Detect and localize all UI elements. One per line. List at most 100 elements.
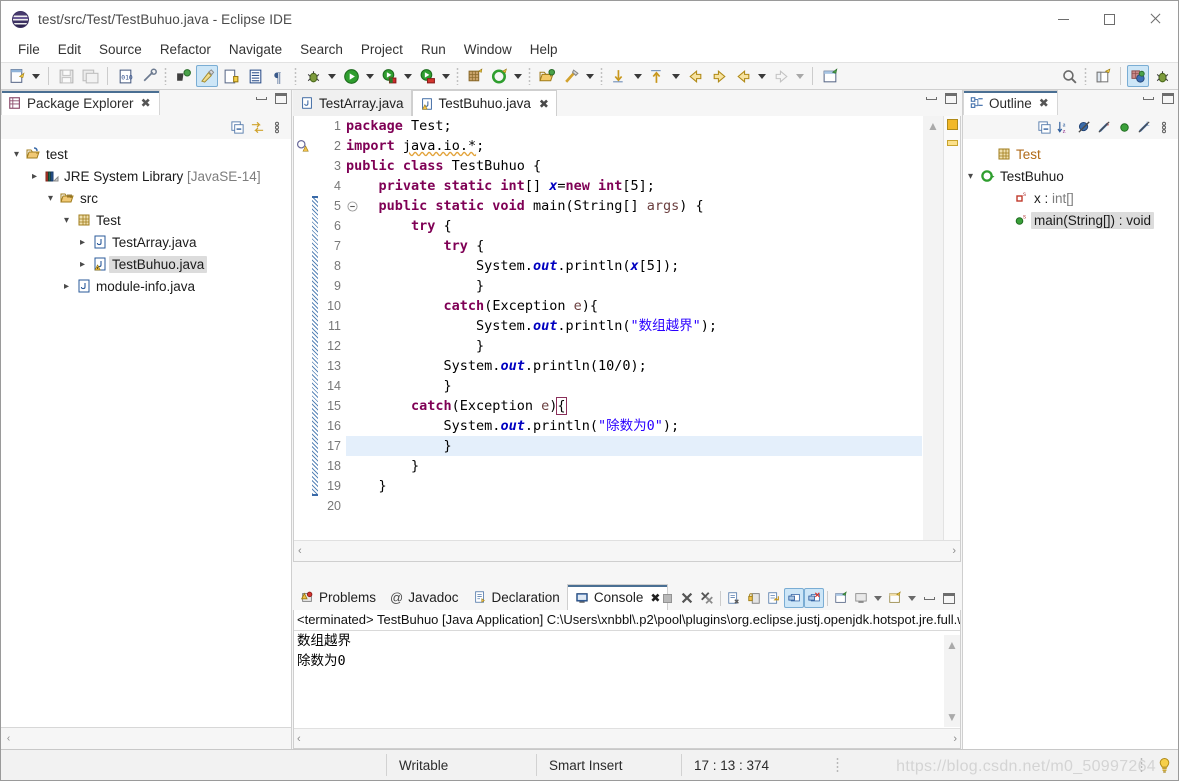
display-console-dropdown-icon[interactable] xyxy=(874,595,882,601)
menu-navigate[interactable]: Navigate xyxy=(220,40,291,59)
package-explorer-tree[interactable]: ▾ test ▸ JRE System Library [JavaSE-14] … xyxy=(1,139,291,727)
menu-file[interactable]: File xyxy=(9,40,49,59)
scroll-right-icon[interactable]: › xyxy=(953,733,957,745)
chevron-down-icon[interactable]: ▾ xyxy=(59,215,74,226)
toggle-mark-occurrences-icon[interactable]: 010 xyxy=(114,65,136,87)
search-ref-icon[interactable] xyxy=(560,65,582,87)
coverage-dropdown-icon[interactable] xyxy=(442,73,450,79)
scroll-up-icon[interactable]: ▲ xyxy=(927,116,939,136)
forward-history-icon[interactable] xyxy=(708,65,730,87)
view-menu-icon[interactable] xyxy=(1154,117,1174,137)
previous-annotation-dropdown-icon[interactable] xyxy=(672,73,680,79)
scroll-left-icon[interactable]: ‹ xyxy=(298,545,302,557)
scroll-right-icon[interactable]: › xyxy=(952,545,956,557)
code-editor[interactable]: 1 2 3 4 5 6 7 8 9 10 11 12 13 14 15 16 1 xyxy=(293,116,961,562)
tree-item-jre-system-library[interactable]: ▸ JRE System Library [JavaSE-14] xyxy=(1,165,291,187)
run-external-tools-icon[interactable] xyxy=(378,65,400,87)
toolbar-drag-handle[interactable] xyxy=(164,67,168,85)
run-icon[interactable] xyxy=(340,65,362,87)
package-explorer-hscrollbar[interactable]: ‹ xyxy=(1,727,291,749)
next-annotation-dropdown-icon[interactable] xyxy=(634,73,642,79)
next-edit-dropdown-icon[interactable] xyxy=(796,73,804,79)
coverage-icon[interactable] xyxy=(416,65,438,87)
next-edit-icon[interactable] xyxy=(770,65,792,87)
show-console-on-error-icon[interactable] xyxy=(804,588,824,608)
close-button[interactable] xyxy=(1132,1,1178,37)
back-history-icon[interactable] xyxy=(684,65,706,87)
console-output[interactable]: <terminated> TestBuhuo [Java Application… xyxy=(293,610,961,749)
previous-edit-dropdown-icon[interactable] xyxy=(758,73,766,79)
status-drag-handle[interactable] xyxy=(1140,757,1144,773)
open-perspective-icon[interactable] xyxy=(1092,65,1114,87)
minimize-icon[interactable] xyxy=(919,588,939,608)
search-ref-dropdown-icon[interactable] xyxy=(586,73,594,79)
minimize-icon[interactable] xyxy=(926,97,937,100)
new-java-class-icon[interactable] xyxy=(488,65,510,87)
view-menu-icon[interactable] xyxy=(267,117,287,137)
close-icon[interactable]: ✖ xyxy=(141,96,151,110)
externalize-strings-icon[interactable] xyxy=(220,65,242,87)
new-java-project-icon[interactable] xyxy=(464,65,486,87)
remove-launch-icon[interactable] xyxy=(677,588,697,608)
editor-hscrollbar[interactable]: ‹ › xyxy=(294,540,960,561)
tab-outline[interactable]: Outline ✖ xyxy=(963,90,1058,115)
tree-item-module-info-java[interactable]: ▸ module-info.java xyxy=(1,275,291,297)
link-with-editor-icon[interactable] xyxy=(247,117,267,137)
save-all-icon[interactable] xyxy=(79,65,101,87)
open-console-dropdown-icon[interactable] xyxy=(908,595,916,601)
overview-occurrence-marker[interactable] xyxy=(947,140,958,146)
collapse-all-icon[interactable] xyxy=(1034,117,1054,137)
tree-item-package-test[interactable]: ▾ Test xyxy=(1,209,291,231)
open-console-icon[interactable] xyxy=(885,588,905,608)
toolbar-drag-handle[interactable] xyxy=(528,67,532,85)
scroll-up-icon[interactable]: ▲ xyxy=(946,635,958,655)
maximize-button[interactable] xyxy=(1086,1,1132,37)
open-type-icon[interactable] xyxy=(536,65,558,87)
minimize-icon[interactable] xyxy=(256,97,267,100)
chevron-right-icon[interactable]: ▸ xyxy=(27,171,42,182)
menu-search[interactable]: Search xyxy=(291,40,352,59)
maximize-icon[interactable] xyxy=(1162,93,1174,104)
collapse-all-icon[interactable] xyxy=(227,117,247,137)
menu-refactor[interactable]: Refactor xyxy=(151,40,220,59)
link-with-editor-icon[interactable] xyxy=(138,65,160,87)
hide-fields-icon[interactable] xyxy=(1074,117,1094,137)
display-selected-console-icon[interactable] xyxy=(851,588,871,608)
tab-console[interactable]: Console ✖ xyxy=(566,584,669,610)
status-drag-handle[interactable] xyxy=(836,757,840,773)
hide-local-types-icon[interactable]: L xyxy=(1134,117,1154,137)
show-console-on-output-icon[interactable] xyxy=(784,588,804,608)
run-dropdown-icon[interactable] xyxy=(366,73,374,79)
toolbar-drag-handle[interactable] xyxy=(600,67,604,85)
tree-item-testbuhuo-java[interactable]: ▸ TestBuhuo.java xyxy=(1,253,291,275)
menu-help[interactable]: Help xyxy=(521,40,567,59)
next-annotation-icon[interactable] xyxy=(608,65,630,87)
tab-declaration[interactable]: Declaration xyxy=(466,584,567,610)
perspective-drag-handle[interactable] xyxy=(1084,67,1088,85)
hide-nonpublic-icon[interactable] xyxy=(1114,117,1134,137)
quick-access-search-icon[interactable] xyxy=(1058,65,1080,87)
tree-item-src[interactable]: ▾ src xyxy=(1,187,291,209)
maximize-icon[interactable] xyxy=(939,588,959,608)
save-icon[interactable] xyxy=(55,65,77,87)
tab-problems[interactable]: Problems xyxy=(293,584,383,610)
maximize-icon[interactable] xyxy=(945,93,957,104)
word-wrap-icon[interactable] xyxy=(764,588,784,608)
tab-javadoc[interactable]: @ Javadoc xyxy=(383,584,466,610)
menu-window[interactable]: Window xyxy=(455,40,521,59)
previous-annotation-icon[interactable] xyxy=(646,65,668,87)
new-window-icon[interactable] xyxy=(819,65,841,87)
tree-item-testarray-java[interactable]: ▸ TestArray.java xyxy=(1,231,291,253)
outline-item-package-test[interactable]: Test xyxy=(963,143,1178,165)
debug-dropdown-icon[interactable] xyxy=(328,73,336,79)
tab-package-explorer[interactable]: Package Explorer ✖ xyxy=(1,90,160,115)
open-task-icon[interactable] xyxy=(244,65,266,87)
clear-console-icon[interactable] xyxy=(724,588,744,608)
code-text[interactable]: package Test; import java.io.*; public cla… xyxy=(346,116,922,561)
outline-item-class-testbuhuo[interactable]: ▾ TestBuhuo xyxy=(963,165,1178,187)
overview-ruler[interactable] xyxy=(943,116,960,561)
close-icon[interactable]: ✖ xyxy=(539,97,549,111)
outline-tree[interactable]: Test ▾ TestBuhuo s x: int[] s main(Stri… xyxy=(963,139,1178,749)
close-icon[interactable]: ✖ xyxy=(1039,96,1049,110)
menu-project[interactable]: Project xyxy=(352,40,412,59)
